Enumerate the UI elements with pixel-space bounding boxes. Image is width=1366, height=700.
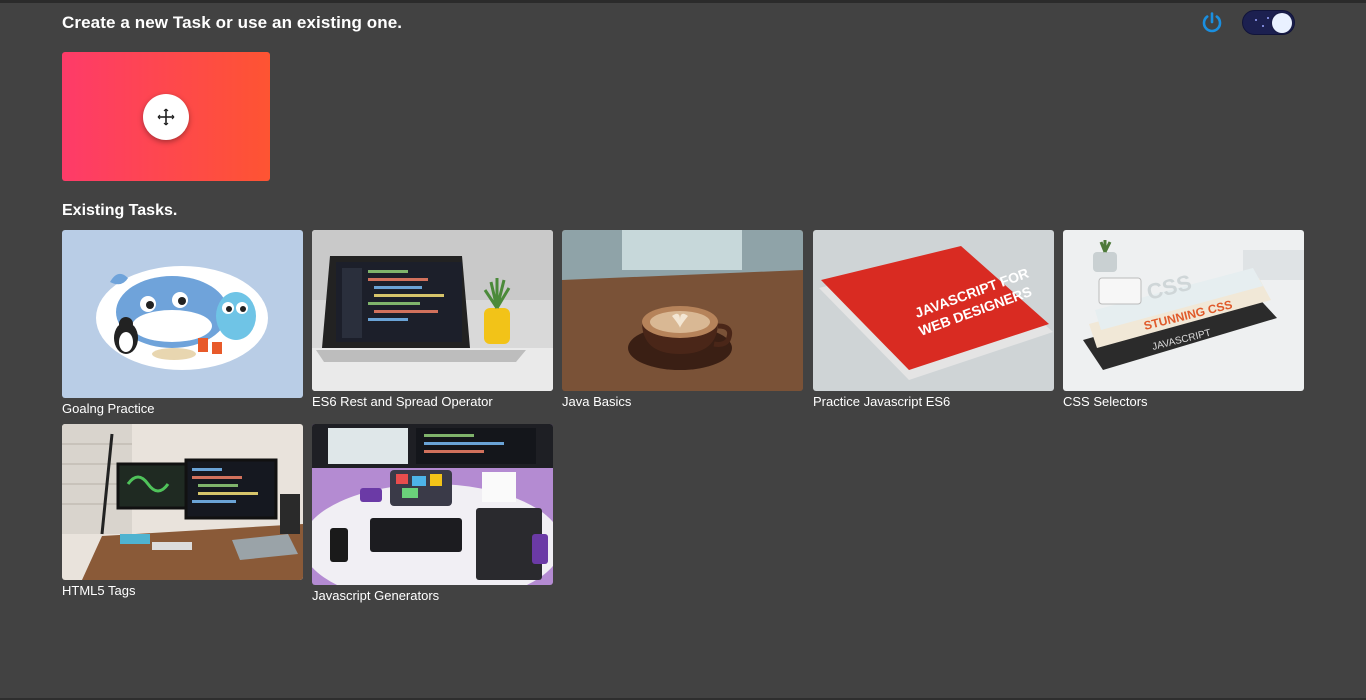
star-icon bbox=[1262, 25, 1264, 27]
laptop-code-image bbox=[312, 230, 553, 391]
toggle-knob bbox=[1272, 13, 1292, 33]
page-title: Create a new Task or use an existing one… bbox=[62, 13, 403, 32]
new-task-card[interactable] bbox=[62, 52, 270, 181]
task-label: Goalng Practice bbox=[62, 401, 155, 416]
task-card[interactable]: HTML5 Tags bbox=[62, 424, 303, 598]
power-button[interactable] bbox=[1200, 11, 1224, 35]
plus-icon bbox=[157, 108, 175, 126]
coffee-cup-image bbox=[562, 230, 803, 391]
window-top-edge bbox=[0, 0, 1366, 3]
existing-tasks-heading: Existing Tasks. bbox=[62, 202, 178, 219]
task-card[interactable]: JAVASCRIPT FOR WEB DESIGNERS Practice Ja… bbox=[813, 230, 1054, 409]
task-label: Practice Javascript ES6 bbox=[813, 394, 951, 409]
task-card[interactable]: Javascript Generators bbox=[312, 424, 553, 603]
gopher-and-whale-image bbox=[62, 230, 303, 398]
task-card[interactable]: ES6 Rest and Spread Operator bbox=[312, 230, 553, 409]
task-card[interactable]: Java Basics bbox=[562, 230, 803, 409]
star-icon bbox=[1267, 17, 1269, 19]
task-label: HTML5 Tags bbox=[62, 583, 136, 598]
desk-setup-image bbox=[62, 424, 303, 580]
power-icon bbox=[1202, 12, 1222, 33]
top-down-desk-image bbox=[312, 424, 553, 585]
task-label: Java Basics bbox=[562, 394, 632, 409]
task-card[interactable]: Goalng Practice bbox=[62, 230, 303, 416]
css-books-image: STUNNING CSS JAVASCRIPT CSS bbox=[1063, 230, 1304, 391]
add-task-button[interactable] bbox=[143, 94, 189, 140]
task-label: Javascript Generators bbox=[312, 588, 440, 603]
task-card[interactable]: STUNNING CSS JAVASCRIPT CSS CSS Selector… bbox=[1063, 230, 1304, 409]
task-label: CSS Selectors bbox=[1063, 394, 1148, 409]
star-icon bbox=[1255, 19, 1257, 21]
javascript-book-image: JAVASCRIPT FOR WEB DESIGNERS bbox=[813, 230, 1054, 391]
theme-toggle[interactable] bbox=[1242, 10, 1295, 35]
task-label: ES6 Rest and Spread Operator bbox=[312, 394, 493, 409]
